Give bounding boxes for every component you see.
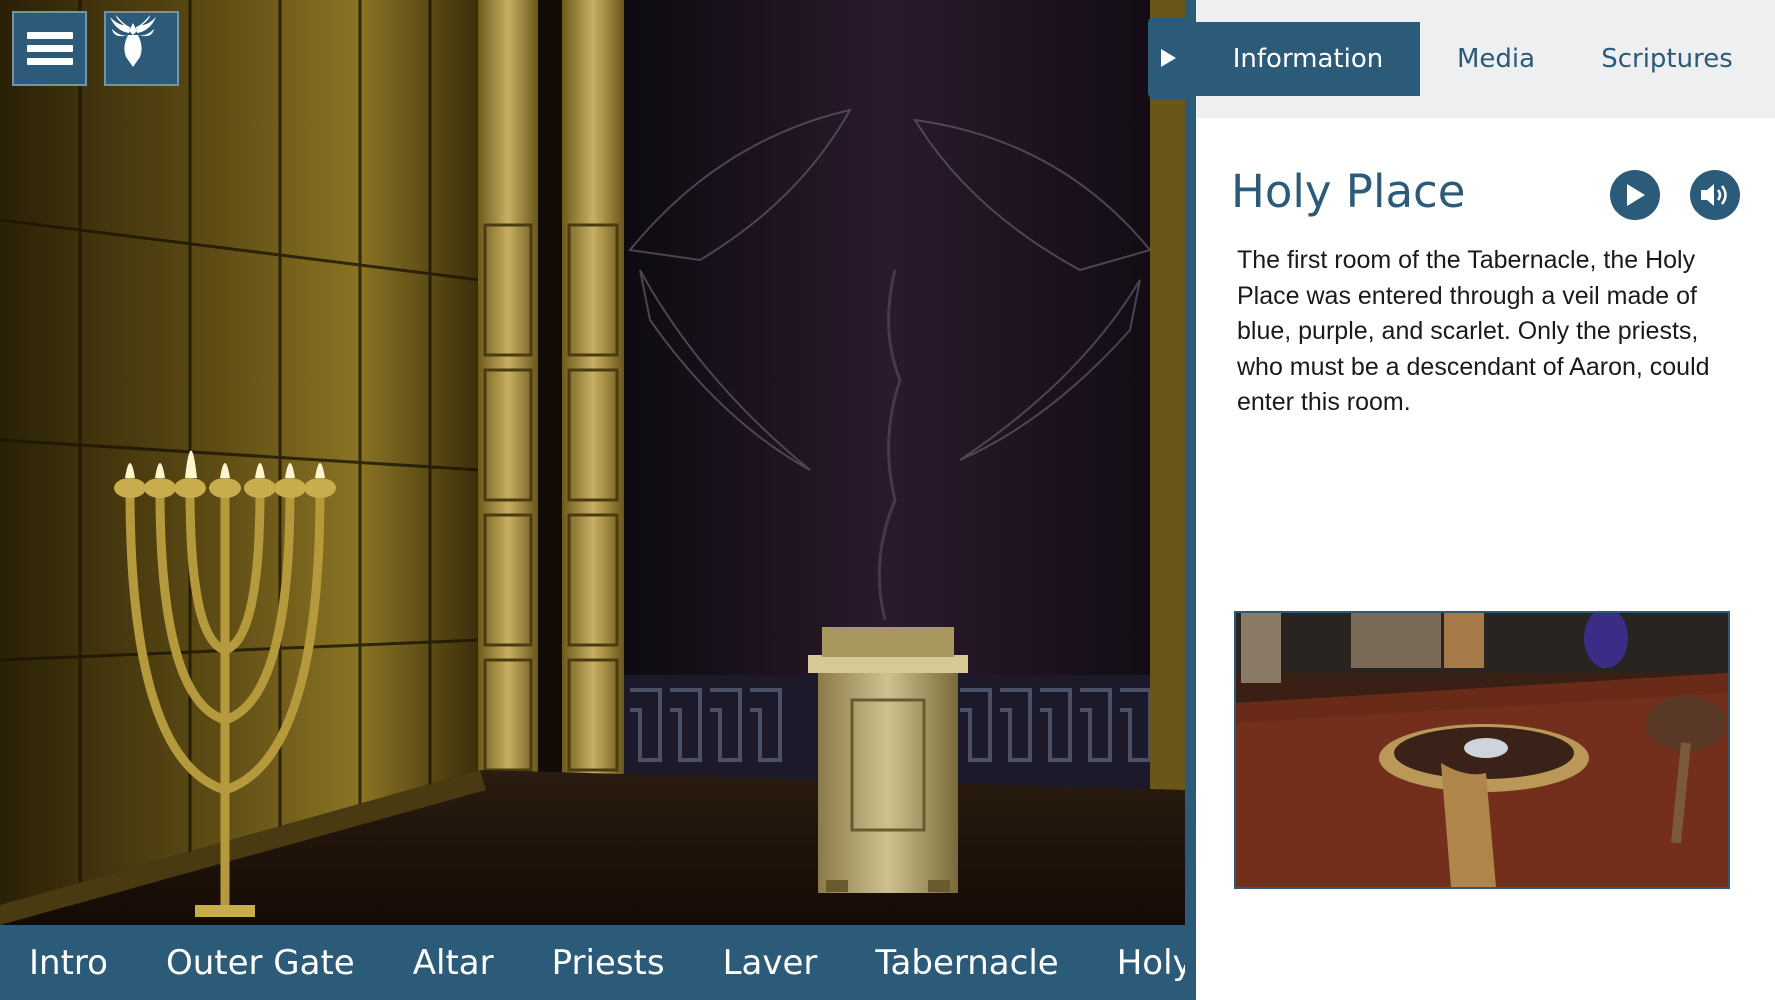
panel-tab-bar: Information Media Scriptures <box>1196 0 1775 118</box>
info-panel: Information Media Scriptures Holy Place … <box>1196 0 1775 1000</box>
location-nav-bar: Intro Outer Gate Altar Priests Laver Tab… <box>0 925 1185 1000</box>
tab-scriptures[interactable]: Scriptures <box>1572 22 1762 96</box>
panel-collapse-button[interactable] <box>1148 17 1188 99</box>
panel-divider <box>1185 0 1196 1000</box>
hamburger-menu-icon <box>26 26 73 71</box>
play-triangle-icon <box>1161 49 1176 67</box>
play-narration-button[interactable] <box>1610 170 1660 220</box>
nav-item-tabernacle[interactable]: Tabernacle <box>846 943 1087 983</box>
play-icon <box>1627 184 1645 206</box>
menu-button[interactable] <box>12 11 87 86</box>
tab-information[interactable]: Information <box>1196 22 1420 96</box>
location-title: Holy Place <box>1231 165 1466 218</box>
incense-censer-video-thumbnail <box>1236 613 1728 887</box>
tabernacle-3d-scene[interactable] <box>0 0 1185 925</box>
audio-button[interactable] <box>1690 170 1740 220</box>
nav-item-intro[interactable]: Intro <box>0 943 137 983</box>
nav-item-altar[interactable]: Altar <box>384 943 523 983</box>
holy-place-render <box>0 0 1185 925</box>
tab-media[interactable]: Media <box>1420 22 1572 96</box>
nav-item-laver[interactable]: Laver <box>694 943 847 983</box>
media-thumbnail[interactable] <box>1234 611 1730 889</box>
location-description: The first room of the Tabernacle, the Ho… <box>1237 246 1710 416</box>
nav-item-priests[interactable]: Priests <box>523 943 694 983</box>
nav-item-outer-gate[interactable]: Outer Gate <box>137 943 384 983</box>
speaker-icon <box>1701 184 1727 206</box>
home-logo-button[interactable] <box>104 11 179 86</box>
eagle-logo-icon <box>110 15 156 67</box>
nav-item-holy[interactable]: Holy <box>1088 943 1185 983</box>
